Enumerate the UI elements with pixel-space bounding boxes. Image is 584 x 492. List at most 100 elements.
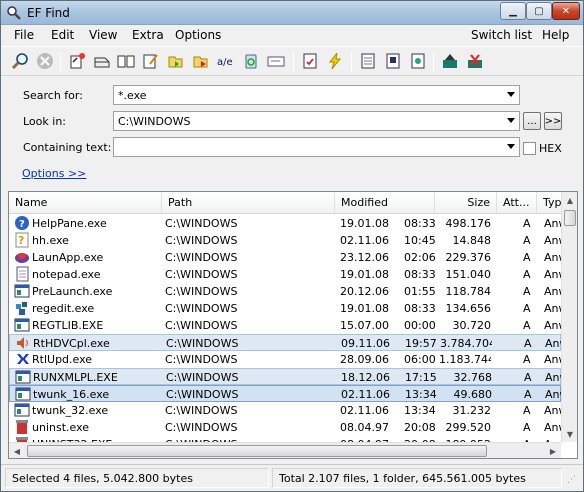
options-link[interactable]: Options >> [22,167,86,180]
update-icon [17,354,29,364]
lightning-button[interactable] [324,50,346,72]
app-window-icon [14,318,30,332]
maximize-button[interactable]: ▢ [526,2,552,20]
menu-options[interactable]: Options [175,28,221,42]
horizontal-scrollbar[interactable]: ◀ ▶ [9,442,561,458]
close-icon: ✕ [561,5,571,17]
table-row[interactable]: RtHDVCpl.exe C:\WINDOWS 09.11.06 19:57 3… [9,334,562,351]
look-in-combo[interactable]: C:\WINDOWS [113,111,520,131]
forward-button[interactable]: >> [544,112,562,130]
rename-button[interactable] [265,50,287,72]
open-book-button[interactable] [115,50,137,72]
look-in-label: Look in: [23,115,66,128]
search-for-combo[interactable]: *.exe [113,85,520,105]
cell-path: C:\WINDOWS [165,217,238,230]
menu-help[interactable]: Help [542,28,569,42]
status-total: Total 2.107 files, 1 folder, 645.561.005… [272,468,562,488]
document-image-button[interactable] [382,50,404,72]
stop-button[interactable] [34,50,56,72]
chevron-down-icon[interactable] [507,118,515,123]
cell-size: 31.232 [452,404,492,417]
results-list[interactable]: Name Path Modified Size Att... Typ ? Hel… [8,191,578,459]
table-row[interactable]: PreLaunch.exe C:\WINDOWS 20.12.06 01:55 … [9,283,561,300]
column-header-size[interactable]: Size [435,192,497,214]
table-row[interactable]: LaunApp.exe C:\WINDOWS 23.12.06 02:06 22… [9,249,561,266]
hex-checkbox[interactable] [523,142,536,155]
cell-size: 151.040 [445,268,492,281]
folder-copy-button[interactable] [165,50,187,72]
speaker-icon [17,337,28,349]
cell-type: Anw [544,268,561,281]
table-row[interactable]: twunk_16.exe C:\WINDOWS 02.11.06 13:34 4… [9,385,562,402]
column-header-attributes[interactable]: Att... [497,192,537,214]
close-button[interactable]: ✕ [552,2,580,20]
cell-time: 08:33 [404,217,436,230]
cell-path: C:\WINDOWS [165,421,238,434]
cell-time: 08:33 [404,302,436,315]
column-header-path[interactable]: Path [162,192,335,214]
menu-edit[interactable]: Edit [51,28,74,42]
document-button[interactable] [357,50,379,72]
browse-button[interactable]: ... [523,112,541,130]
cell-name: PreLaunch.exe [32,285,113,298]
table-row[interactable]: twunk_32.exe C:\WINDOWS 02.11.06 13:34 3… [9,402,561,419]
chevron-down-icon[interactable] [507,92,515,97]
document-image-icon [386,53,400,69]
table-row[interactable]: ? hh.exe C:\WINDOWS 02.11.06 10:45 14.84… [9,232,561,249]
scroll-left-icon[interactable]: ◀ [9,443,25,458]
recycle-button[interactable] [240,50,262,72]
table-row[interactable]: RtlUpd.exe C:\WINDOWS 28.09.06 06:00 1.1… [9,351,561,368]
column-header-name[interactable]: Name [9,192,162,214]
scroll-up-icon[interactable]: ▲ [562,192,577,208]
folder-move-button[interactable] [190,50,212,72]
cell-date: 19.01.08 [340,217,389,230]
scroll-thumb[interactable] [564,210,576,226]
edit-button[interactable] [140,50,162,72]
search-button[interactable] [9,50,31,72]
table-row[interactable]: regedit.exe C:\WINDOWS 19.01.08 08:33 13… [9,300,561,317]
table-row[interactable]: notepad.exe C:\WINDOWS 19.01.08 08:33 15… [9,266,561,283]
cell-time: 13:34 [405,388,437,401]
app-window-icon [15,370,31,384]
vertical-scrollbar[interactable]: ▲ ▼ [561,192,577,442]
cell-date: 28.09.06 [340,353,389,366]
menu-switch-list[interactable]: Switch list [471,28,532,42]
menu-extra[interactable]: Extra [132,28,164,42]
checklist-button[interactable] [299,50,321,72]
cell-path: C:\WINDOWS [165,251,238,264]
spell-check-button[interactable]: a/e [215,50,237,72]
cell-size: 229.376 [445,251,492,264]
document-green-button[interactable] [407,50,429,72]
scroll-down-icon[interactable]: ▼ [562,426,577,442]
cell-type: Anw [544,302,561,315]
table-row[interactable]: RUNXMLPL.EXE C:\WINDOWS 18.12.06 17:15 3… [9,368,562,385]
containing-text-combo[interactable] [113,137,520,157]
exit-button[interactable] [464,50,486,72]
containing-text-label: Containing text: [23,141,112,154]
cell-time: 17:15 [405,371,437,384]
cell-type: Anw [545,388,562,401]
new-search-button[interactable] [66,50,88,72]
scroll-thumb[interactable] [27,445,487,457]
cell-path: C:\WINDOWS [166,388,239,401]
chevron-down-icon[interactable] [507,144,515,149]
open-folder-button[interactable] [91,50,113,72]
cell-time: 02:06 [404,251,436,264]
table-row[interactable]: uninst.exe C:\WINDOWS 08.04.97 20:08 299… [9,419,561,436]
settings-button[interactable] [439,50,461,72]
cell-path: C:\WINDOWS [166,337,239,350]
minimize-icon: ▁ [509,5,517,17]
minimize-button[interactable]: ▁ [500,2,526,20]
resize-grip-icon[interactable]: ⋰ [567,475,576,485]
document-icon [361,53,375,69]
table-row[interactable]: REGTLIB.EXE C:\WINDOWS 15.07.00 00:00 30… [9,317,561,334]
menu-view[interactable]: View [89,28,117,42]
title-bar[interactable]: EF Find ▁ ▢ ✕ [1,1,583,25]
menu-file[interactable]: File [14,28,34,42]
status-selected: Selected 4 files, 5.042.800 bytes [5,468,269,488]
maximize-icon: ▢ [534,5,544,17]
table-row[interactable]: ? HelpPane.exe C:\WINDOWS 19.01.08 08:33… [9,215,561,232]
column-header-modified[interactable]: Modified [335,192,435,214]
toolbar-separator [351,52,352,72]
scroll-right-icon[interactable]: ▶ [545,443,561,458]
